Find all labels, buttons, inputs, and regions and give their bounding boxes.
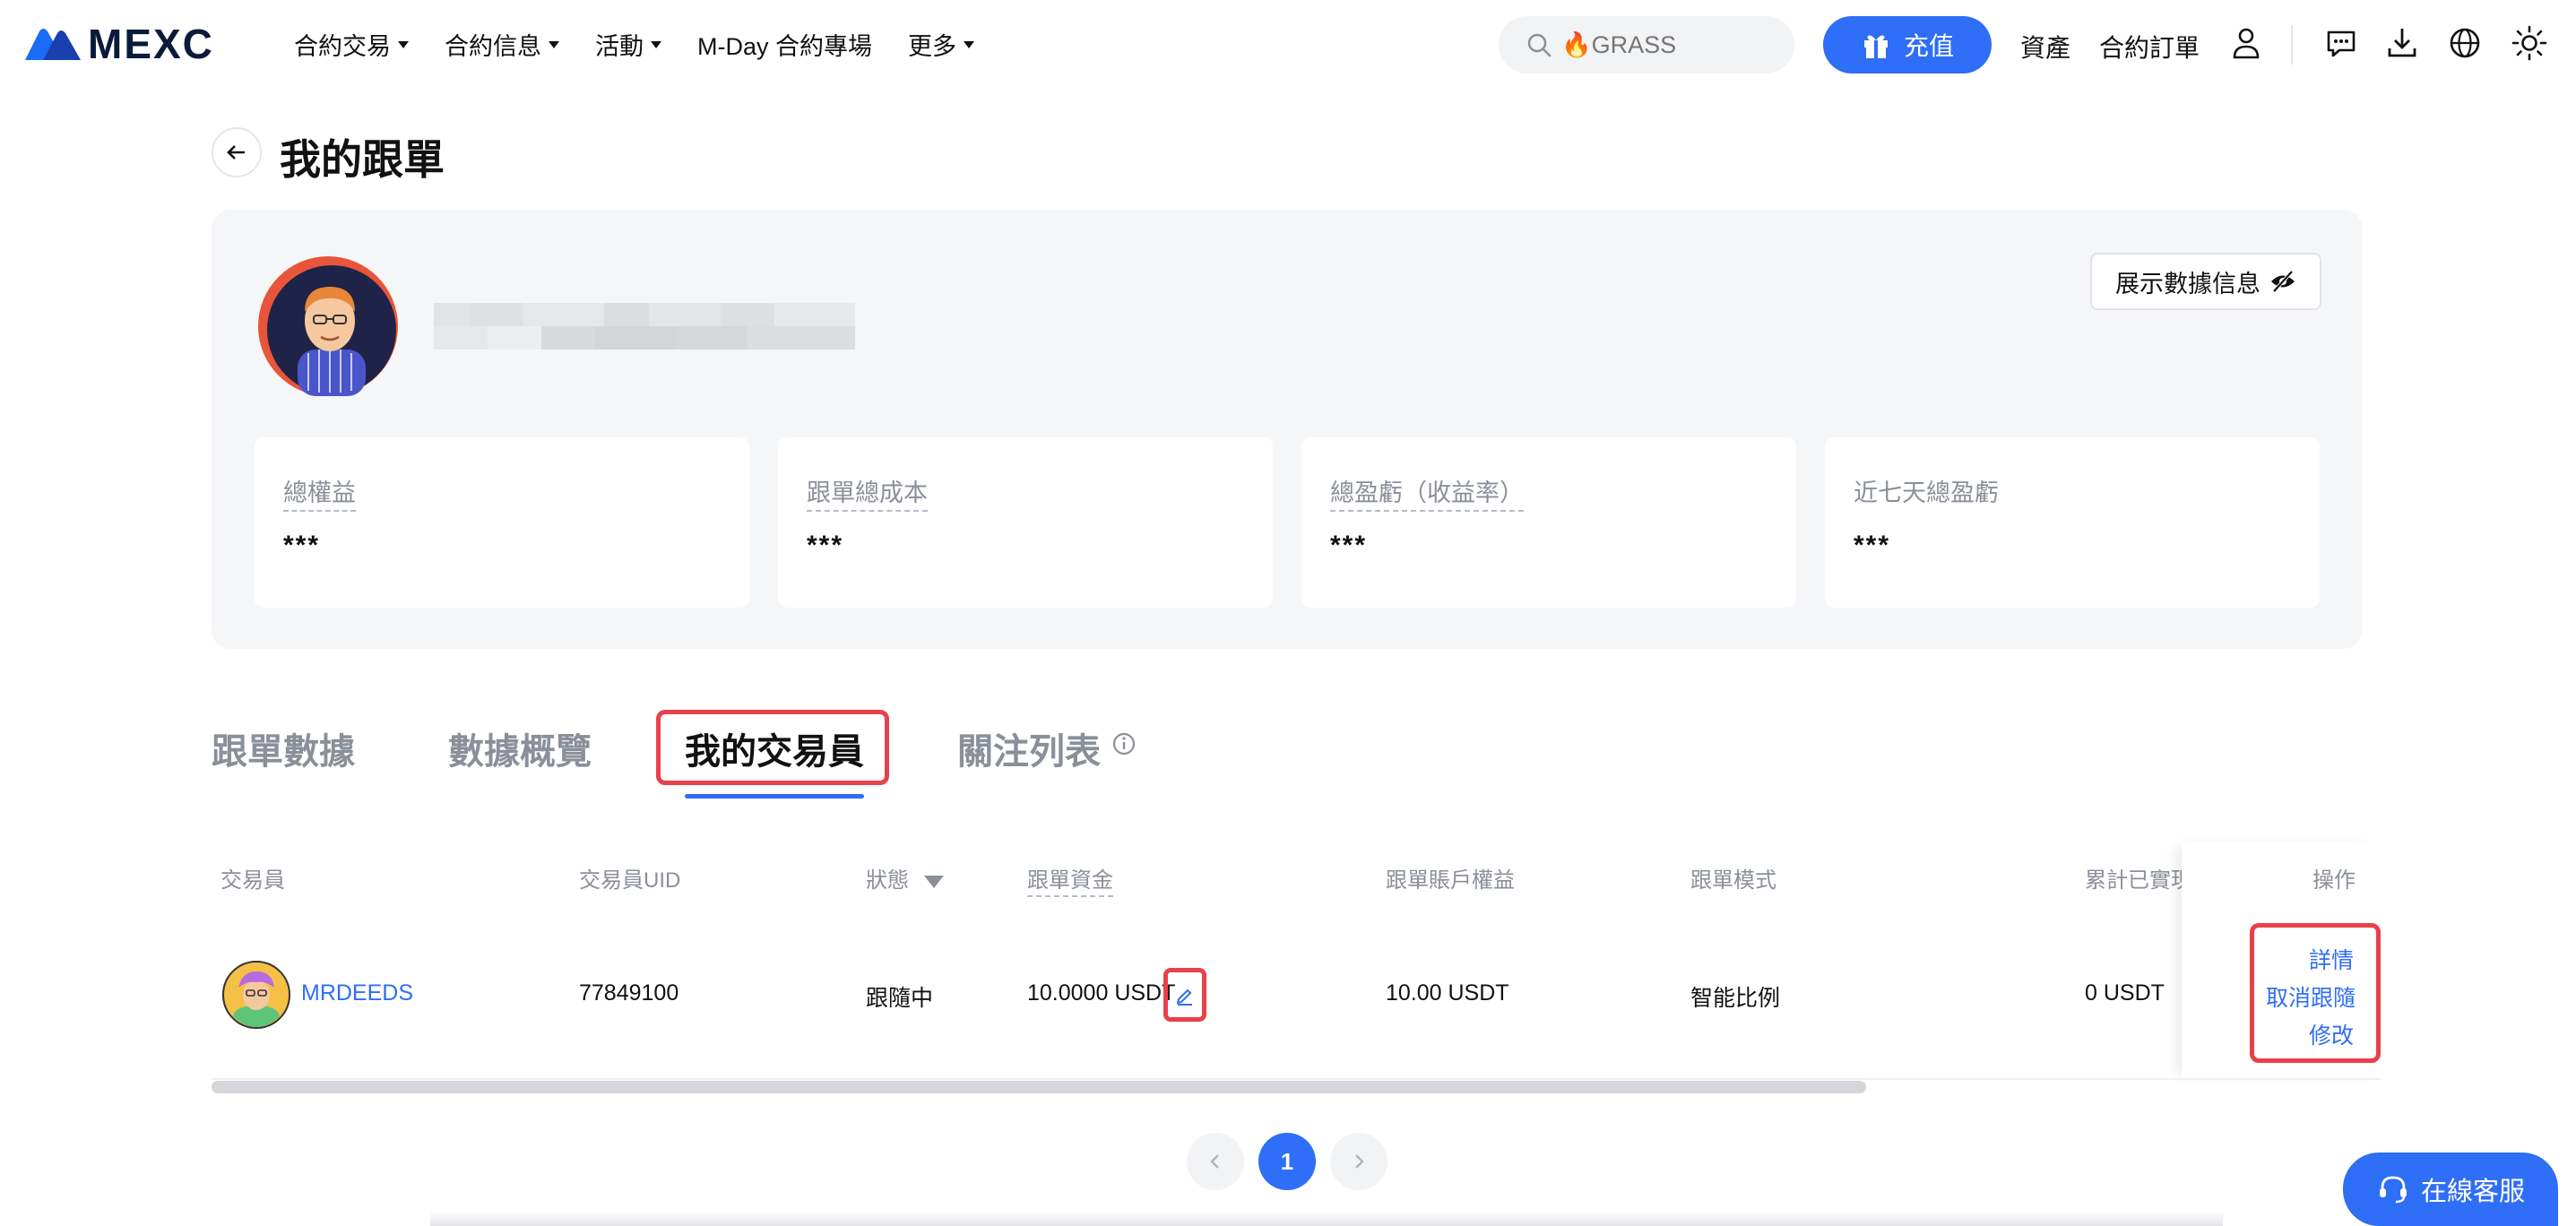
- prev-page-button[interactable]: [1187, 1133, 1244, 1190]
- tab-data-overview[interactable]: 數據概覽: [448, 722, 592, 774]
- col-header-trader: 交易員: [220, 868, 285, 893]
- copy-account-equity: 10.00 USDT: [1386, 980, 1509, 1006]
- chevron-left-icon: [1210, 1154, 1219, 1169]
- headset-icon: [2379, 1176, 2407, 1204]
- copy-mode: 智能比例: [1690, 986, 1781, 1011]
- stat-label[interactable]: 總權益: [283, 473, 356, 512]
- search-box[interactable]: [1499, 16, 1794, 73]
- online-support-button[interactable]: 在線客服: [2343, 1153, 2558, 1226]
- nav-label: 活動: [595, 33, 644, 60]
- trader-uid: 77849100: [579, 980, 679, 1006]
- caret-down-icon: [398, 40, 409, 48]
- stat-label: 近七天總盈虧: [1854, 479, 1999, 506]
- nav-futures-trading[interactable]: 合約交易: [294, 27, 409, 62]
- tab-copy-data[interactable]: 跟單數據: [212, 722, 355, 774]
- stat-value: ***: [807, 531, 844, 560]
- copy-funds: 10.0000 USDT: [1027, 980, 1176, 1006]
- download-icon[interactable]: [2384, 25, 2420, 61]
- col-header-realized: 累計已實現: [2085, 868, 2192, 893]
- mexc-logo-icon: [25, 29, 81, 60]
- edit-funds-button[interactable]: [1163, 968, 1206, 1022]
- profile-card: 展示數據信息 總權益 *** 跟單總成本 *** 總盈虧（收益率） *** 近七…: [212, 210, 2363, 649]
- user-icon[interactable]: [2228, 25, 2264, 61]
- arrow-left-icon: [227, 145, 245, 160]
- col-header-status[interactable]: 狀態: [866, 862, 944, 894]
- nav-futures-info[interactable]: 合約信息: [445, 27, 559, 62]
- show-data-button[interactable]: 展示數據信息: [2090, 253, 2321, 310]
- header-divider: [2291, 25, 2293, 65]
- follow-status: 跟隨中: [866, 986, 934, 1011]
- tab-my-traders[interactable]: 我的交易員: [685, 722, 864, 774]
- stat-label[interactable]: 總盈虧（收益率）: [1330, 473, 1524, 512]
- col-header-equity: 跟單賬戶權益: [1386, 868, 1515, 893]
- stat-total-pnl: 總盈虧（收益率） ***: [1301, 437, 1796, 608]
- nav-label: 合約交易: [294, 33, 391, 60]
- nav-mday[interactable]: M-Day 合約專場: [697, 27, 872, 62]
- sun-theme-icon[interactable]: [2511, 25, 2547, 61]
- futures-orders-link[interactable]: 合約訂單: [2099, 29, 2200, 65]
- bottom-shadow: [430, 1212, 2223, 1226]
- main-nav: 合約交易 合約信息 活動 M-Day 合約專場 更多: [294, 27, 1010, 62]
- deposit-button[interactable]: 充值: [1823, 16, 1992, 73]
- stat-total-equity: 總權益 ***: [255, 437, 749, 608]
- col-header-funds[interactable]: 跟單資金: [1027, 862, 1113, 897]
- pencil-edit-icon: [1176, 989, 1192, 1006]
- top-header: MEXC 合約交易 合約信息 活動 M-Day 合約專場 更多 🔥GRASS 充…: [0, 0, 2576, 90]
- show-data-label: 展示數據信息: [2115, 270, 2260, 298]
- active-tab-indicator: [685, 794, 864, 799]
- status-header-label: 狀態: [866, 868, 909, 893]
- col-header-action: 操作: [2312, 868, 2356, 893]
- stat-value: ***: [1330, 531, 1368, 560]
- stat-7day-pnl: 近七天總盈虧 ***: [1825, 437, 2320, 608]
- stat-value: ***: [283, 531, 321, 560]
- blurred-username: [434, 303, 855, 350]
- tab-watchlist[interactable]: 關注列表: [957, 722, 1101, 774]
- search-icon: [1527, 33, 1552, 57]
- stat-total-cost: 跟單總成本 ***: [778, 437, 1273, 608]
- stat-value: ***: [1854, 531, 1891, 560]
- nav-more[interactable]: 更多: [908, 27, 974, 62]
- search-input[interactable]: [1560, 30, 1778, 60]
- row-divider: [212, 1078, 2381, 1080]
- deposit-label: 充值: [1903, 32, 1954, 60]
- horizontal-scrollbar[interactable]: [212, 1081, 1866, 1093]
- page-number-current[interactable]: 1: [1258, 1133, 1316, 1190]
- caret-down-icon: [964, 40, 974, 48]
- page-title: 我的跟單: [280, 136, 445, 183]
- trader-name-link[interactable]: MRDEEDS: [301, 980, 413, 1006]
- col-header-mode: 跟單模式: [1690, 868, 1776, 893]
- filter-triangle-icon: [923, 875, 944, 888]
- chevron-right-icon: [1355, 1154, 1364, 1169]
- gift-icon: [1863, 35, 1888, 58]
- eye-off-icon: [2271, 270, 2295, 293]
- logo-text: MEXC: [88, 21, 214, 67]
- nav-label: M-Day 合約專場: [697, 33, 872, 60]
- caret-down-icon: [549, 40, 559, 48]
- nav-label: 合約信息: [445, 33, 541, 60]
- nav-events[interactable]: 活動: [595, 27, 661, 62]
- col-header-uid: 交易員UID: [579, 868, 681, 893]
- globe-icon[interactable]: [2447, 25, 2483, 61]
- message-icon[interactable]: [2323, 25, 2359, 61]
- back-button[interactable]: [212, 127, 262, 177]
- realized-pnl: 0 USDT: [2085, 980, 2165, 1006]
- support-label: 在線客服: [2420, 1178, 2525, 1206]
- caret-down-icon: [651, 40, 661, 48]
- user-avatar: [258, 256, 398, 396]
- info-icon[interactable]: [1111, 731, 1137, 756]
- next-page-button[interactable]: [1330, 1133, 1387, 1190]
- mexc-logo[interactable]: MEXC: [25, 21, 214, 67]
- trader-avatar[interactable]: [222, 961, 290, 1029]
- nav-label: 更多: [908, 33, 956, 60]
- assets-link[interactable]: 資產: [2020, 29, 2070, 65]
- highlight-box: [2250, 923, 2381, 1063]
- stat-label[interactable]: 跟單總成本: [807, 473, 928, 512]
